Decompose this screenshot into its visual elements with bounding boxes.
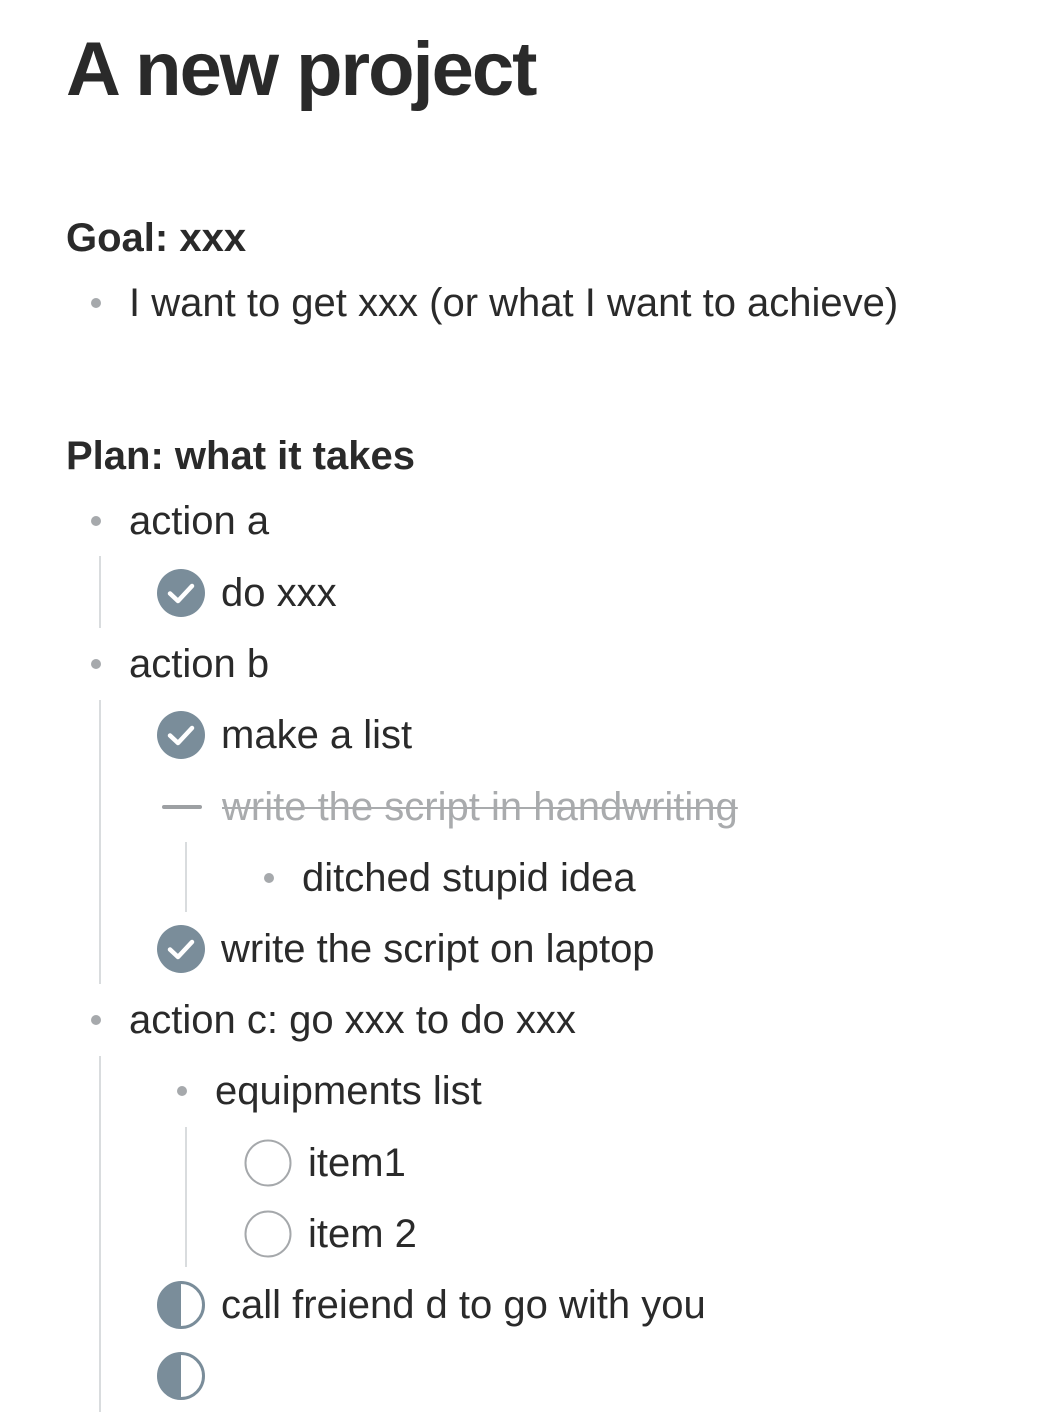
indent-guide	[99, 1056, 101, 1412]
task-text: item 2	[308, 1212, 417, 1256]
indent-guide	[99, 556, 101, 628]
bullet-icon	[91, 1015, 101, 1025]
task-empty[interactable]	[157, 1351, 221, 1401]
task-write-script-handwriting[interactable]: write the script in handwriting	[162, 782, 738, 832]
goal-item[interactable]: I want to get xxx (or what I want to ach…	[91, 278, 898, 328]
dash-icon[interactable]	[162, 805, 202, 809]
task-text: call freiend d to go with you	[221, 1283, 706, 1327]
list-item-text: ditched stupid idea	[302, 856, 636, 900]
list-item-text: equipments list	[215, 1069, 482, 1113]
task-item1[interactable]: item1	[244, 1138, 406, 1188]
check-circle-icon[interactable]	[157, 711, 205, 759]
list-item-text: action a	[129, 499, 270, 543]
bullet-icon	[177, 1086, 187, 1096]
empty-circle-icon[interactable]	[244, 1210, 292, 1258]
task-text-cancelled: write the script in handwriting	[222, 785, 738, 829]
half-circle-icon[interactable]	[157, 1352, 205, 1400]
list-item-action-c[interactable]: action c: go xxx to do xxx	[91, 995, 576, 1045]
bullet-icon	[91, 298, 101, 308]
task-text: do xxx	[221, 571, 337, 615]
bullet-icon	[264, 873, 274, 883]
task-write-script-laptop[interactable]: write the script on laptop	[157, 924, 655, 974]
task-text: make a list	[221, 713, 413, 757]
check-circle-icon[interactable]	[157, 925, 205, 973]
list-item-action-a[interactable]: action a	[91, 496, 269, 546]
list-item-note[interactable]: ditched stupid idea	[264, 853, 636, 903]
task-item2[interactable]: item 2	[244, 1209, 417, 1259]
goal-heading: Goal: xxx	[66, 216, 247, 260]
bullet-icon	[91, 516, 101, 526]
list-item-action-b[interactable]: action b	[91, 639, 269, 689]
page-title: A new project	[66, 27, 537, 112]
task-call-friend[interactable]: call freiend d to go with you	[157, 1280, 706, 1330]
indent-guide	[99, 700, 101, 984]
task-text: write the script on laptop	[221, 927, 655, 971]
list-item-text: action c: go xxx to do xxx	[129, 998, 576, 1042]
indent-guide	[185, 842, 187, 912]
list-item-equipments[interactable]: equipments list	[177, 1066, 482, 1116]
goal-item-text: I want to get xxx (or what I want to ach…	[129, 281, 899, 325]
indent-guide	[185, 1127, 187, 1267]
half-circle-icon[interactable]	[157, 1281, 205, 1329]
task-make-a-list[interactable]: make a list	[157, 710, 412, 760]
empty-circle-icon[interactable]	[244, 1139, 292, 1187]
bullet-icon	[91, 659, 101, 669]
list-item-text: action b	[129, 642, 270, 686]
task-text: item1	[308, 1141, 406, 1185]
check-circle-icon[interactable]	[157, 569, 205, 617]
task-do-xxx[interactable]: do xxx	[157, 568, 337, 618]
plan-heading: Plan: what it takes	[66, 434, 415, 478]
